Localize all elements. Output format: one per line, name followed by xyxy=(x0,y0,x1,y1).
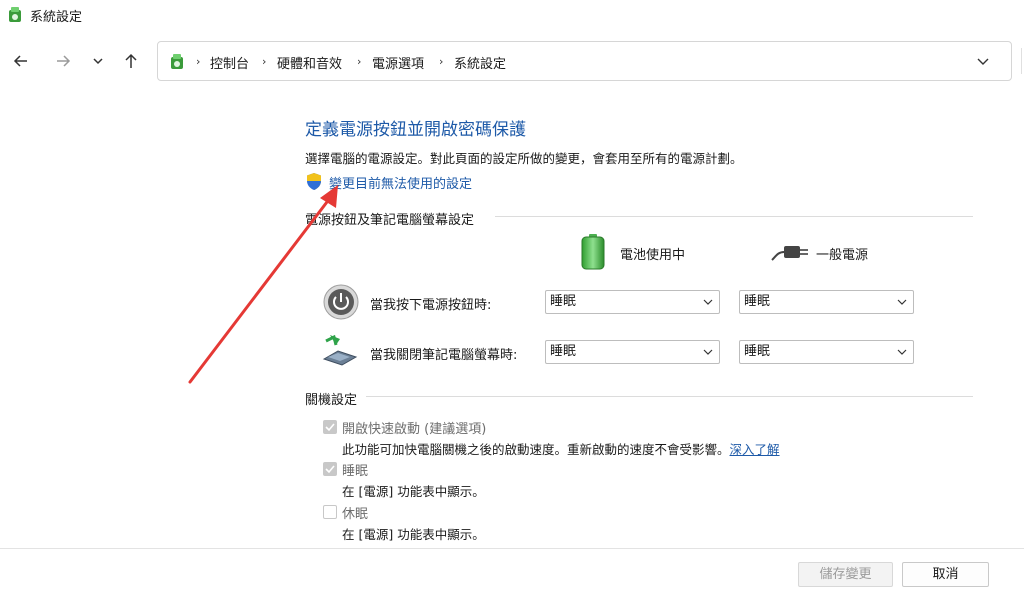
plugged-in-column-header: 一般電源 xyxy=(816,248,869,263)
chevron-down-icon xyxy=(897,299,907,305)
chevron-down-icon xyxy=(897,349,907,355)
battery-icon xyxy=(581,234,605,270)
select-value: 睡眠 xyxy=(744,344,771,359)
fast-startup-description: 此功能可加快電腦關機之後的啟動速度。重新啟動的速度不會受影響。深入了解 xyxy=(342,439,780,458)
shutdown-section-title: 關機設定 xyxy=(305,393,358,408)
window-title: 系統設定 xyxy=(30,10,83,25)
hibernate-checkbox[interactable] xyxy=(323,505,337,519)
laptop-lid-icon xyxy=(322,334,358,366)
fast-startup-label: 開啟快速啟動 (建議選項) xyxy=(342,422,487,437)
control-panel-icon xyxy=(171,54,183,69)
divider xyxy=(1021,48,1022,74)
power-plug-icon xyxy=(771,246,808,261)
power-button-icon xyxy=(323,284,359,320)
section-divider xyxy=(366,396,973,397)
checkmark-icon xyxy=(325,423,335,432)
system-settings-window: 系統設定 › 控制台 › 硬體和音效 › 電源選項 › 系統設定 定義電源按鈕並… xyxy=(0,0,1024,592)
select-value: 睡眠 xyxy=(550,344,577,359)
chevron-down-icon xyxy=(703,349,713,355)
breadcrumb-power-options[interactable]: 電源選項 xyxy=(372,53,424,72)
select-value: 睡眠 xyxy=(550,294,577,309)
breadcrumb-separator: › xyxy=(196,55,201,68)
back-button[interactable] xyxy=(8,48,34,74)
select-value: 睡眠 xyxy=(744,294,771,309)
breadcrumb-hardware-sound[interactable]: 硬體和音效 xyxy=(277,53,342,72)
lid-close-battery-select[interactable]: 睡眠 xyxy=(545,340,720,364)
learn-more-link[interactable]: 深入了解 xyxy=(730,442,780,457)
cancel-button[interactable]: 取消 xyxy=(902,562,989,587)
fast-startup-checkbox[interactable] xyxy=(323,420,337,434)
sleep-checkbox[interactable] xyxy=(323,462,337,476)
breadcrumb-control-panel[interactable]: 控制台 xyxy=(210,53,249,72)
address-bar[interactable]: › 控制台 › 硬體和音效 › 電源選項 › 系統設定 xyxy=(157,41,1022,81)
hibernate-label: 休眠 xyxy=(342,507,369,522)
page-title: 定義電源按鈕並開啟密碼保護 xyxy=(305,120,526,140)
change-unavailable-settings-link[interactable]: 變更目前無法使用的設定 xyxy=(329,173,472,192)
arrow-up-icon xyxy=(125,53,137,68)
breadcrumb-separator: › xyxy=(262,55,267,68)
sleep-description: 在 [電源] 功能表中顯示。 xyxy=(342,484,485,499)
lid-close-plugged-select[interactable]: 睡眠 xyxy=(739,340,914,364)
lid-close-row-label: 當我關閉筆記電腦螢幕時: xyxy=(370,348,518,363)
checkmark-icon xyxy=(325,465,335,474)
battery-column-header: 電池使用中 xyxy=(620,248,686,263)
sleep-label: 睡眠 xyxy=(342,464,369,479)
forward-button[interactable] xyxy=(50,48,76,74)
chevron-down-icon xyxy=(703,299,713,305)
recent-locations-button[interactable] xyxy=(85,48,111,74)
power-button-row-label: 當我按下電源按鈕時: xyxy=(370,298,492,313)
save-changes-button[interactable]: 儲存變更 xyxy=(798,562,893,587)
chevron-down-icon xyxy=(93,58,103,65)
fast-startup-desc-text: 此功能可加快電腦關機之後的啟動速度。重新啟動的速度不會受影響。 xyxy=(342,442,730,457)
address-history-chevron-icon[interactable] xyxy=(975,53,991,69)
arrow-left-icon xyxy=(13,55,27,67)
hibernate-description: 在 [電源] 功能表中顯示。 xyxy=(342,527,485,542)
power-button-battery-select[interactable]: 睡眠 xyxy=(545,290,720,314)
power-button-plugged-select[interactable]: 睡眠 xyxy=(739,290,914,314)
title-bar: 系統設定 xyxy=(0,0,1024,30)
section-divider xyxy=(495,216,973,217)
breadcrumb-separator: › xyxy=(439,55,444,68)
uac-shield-icon xyxy=(307,173,321,190)
breadcrumb-system-settings[interactable]: 系統設定 xyxy=(454,53,506,72)
arrow-right-icon xyxy=(57,55,71,67)
control-panel-icon xyxy=(9,7,21,22)
page-description: 選擇電腦的電源設定。對此頁面的設定所做的變更，會套用至所有的電源計劃。 xyxy=(305,151,743,166)
breadcrumb-separator: › xyxy=(357,55,362,68)
power-section-title: 電源按鈕及筆記電腦螢幕設定 xyxy=(305,213,475,228)
up-button[interactable] xyxy=(118,48,144,74)
footer-divider xyxy=(0,548,1024,549)
